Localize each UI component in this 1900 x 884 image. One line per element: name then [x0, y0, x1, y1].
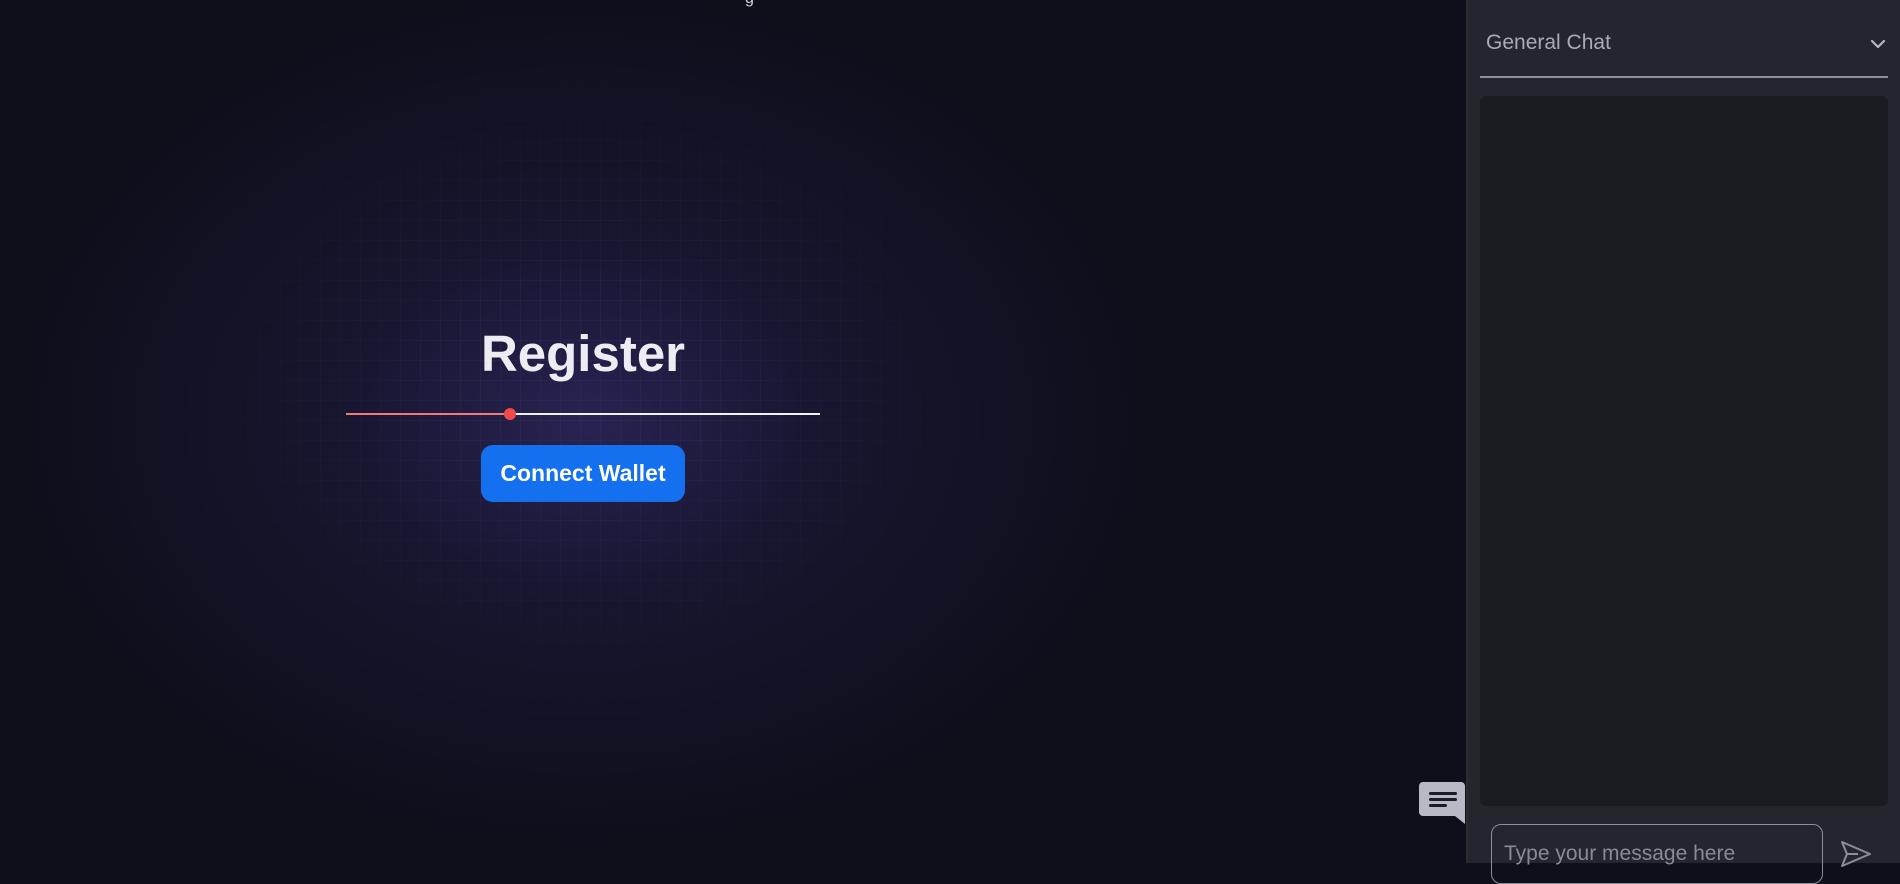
message-input[interactable]	[1491, 824, 1823, 884]
send-button[interactable]	[1838, 836, 1874, 872]
send-icon	[1841, 841, 1871, 867]
progress-fill	[346, 413, 510, 415]
page-title: Register	[480, 325, 686, 382]
top-text-fragment: g	[745, 0, 755, 8]
chat-bubble-icon	[1419, 782, 1465, 824]
chat-panel: General Chat	[1466, 0, 1900, 884]
main-area: g Register Connect Wallet	[0, 0, 1466, 863]
message-list[interactable]	[1480, 96, 1888, 806]
connect-wallet-button[interactable]: Connect Wallet	[481, 445, 685, 502]
progress-knob	[504, 408, 516, 420]
registration-progress	[346, 408, 820, 420]
channel-select[interactable]: General Chat	[1480, 10, 1888, 78]
channel-selected-label: General Chat	[1486, 31, 1611, 54]
chat-toggle-button[interactable]	[1419, 780, 1466, 826]
chevron-down-icon	[1870, 39, 1886, 49]
